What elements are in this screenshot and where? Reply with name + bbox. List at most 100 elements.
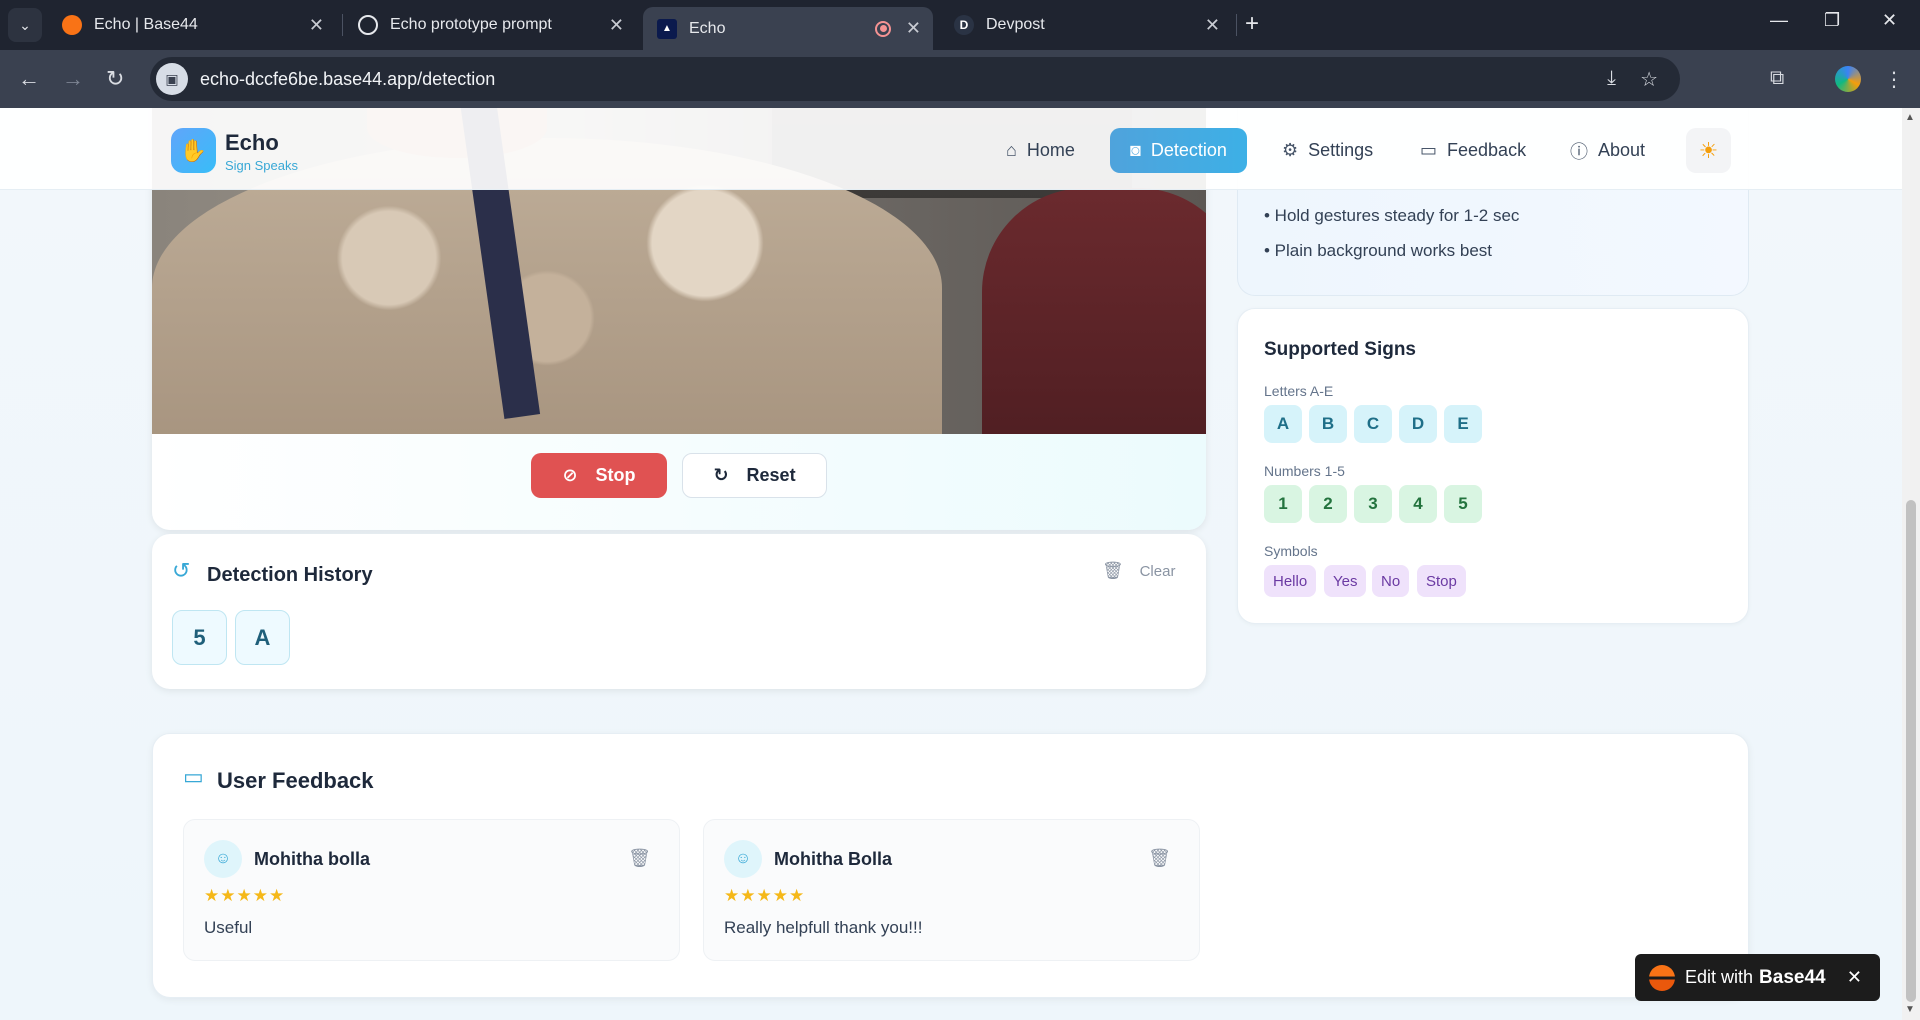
reset-label: Reset xyxy=(746,465,796,485)
edit-with-base44-button[interactable]: Edit with Base44 ✕ xyxy=(1635,954,1880,1001)
sign-chip-number: 4 xyxy=(1399,485,1437,523)
history-icon: ↺ xyxy=(172,558,191,583)
message-icon: ▭ xyxy=(1420,140,1438,160)
close-icon[interactable]: ✕ xyxy=(906,18,921,39)
sign-chip-number: 5 xyxy=(1444,485,1482,523)
browser-menu-icon[interactable]: ⋮ xyxy=(1884,67,1904,92)
tab-echo-base44[interactable]: Echo | Base44 ✕ xyxy=(48,7,336,43)
minimize-icon[interactable]: — xyxy=(1770,10,1788,31)
nav-detection[interactable]: ◙ Detection xyxy=(1110,128,1247,173)
tab-separator xyxy=(342,14,343,36)
sign-chip-letter: D xyxy=(1399,405,1437,443)
nav-label: Home xyxy=(1026,140,1075,160)
signs-title: Supported Signs xyxy=(1264,339,1416,360)
tab-search-button[interactable]: ⌄ xyxy=(8,8,42,42)
scroll-up-icon[interactable]: ▲ xyxy=(1905,112,1915,123)
reset-button[interactable]: ↻ Reset xyxy=(682,453,827,498)
site-info-icon[interactable]: ▣ xyxy=(156,63,188,95)
nav-label: Detection xyxy=(1150,140,1227,160)
history-title: Detection History xyxy=(207,564,373,586)
nav-label: Feedback xyxy=(1447,140,1527,160)
window-close-icon[interactable]: ✕ xyxy=(1882,10,1897,31)
forward-icon[interactable]: → xyxy=(62,66,84,92)
echo-icon: ▲ xyxy=(657,18,677,39)
letters-label: Letters A-E xyxy=(1264,383,1334,399)
tab-title: Devpost xyxy=(986,16,1045,33)
devpost-icon: D xyxy=(954,15,974,35)
scrollbar-thumb[interactable] xyxy=(1906,500,1916,1002)
tab-separator xyxy=(1236,14,1237,36)
tip-item: • Hold gestures steady for 1-2 sec xyxy=(1264,206,1520,225)
stop-label: Stop xyxy=(595,465,636,485)
url-text: echo-dccfe6be.base44.app/detection xyxy=(200,68,496,89)
install-app-icon[interactable]: ⤓ xyxy=(1607,67,1616,90)
browser-tab-bar: ⌄ Echo | Base44 ✕ Echo prototype prompt … xyxy=(0,0,1920,50)
brand-name[interactable]: Echo xyxy=(225,130,279,156)
extensions-icon[interactable]: ⧉ xyxy=(1770,67,1784,90)
base44-icon xyxy=(62,15,82,35)
user-feedback-card: ▭ User Feedback ☺ Mohitha bolla 🗑 ★★★★★ … xyxy=(152,733,1749,998)
nav-home[interactable]: ⌂ Home xyxy=(1006,128,1075,173)
recording-icon xyxy=(875,20,891,37)
nav-feedback[interactable]: ▭ Feedback xyxy=(1420,128,1526,173)
history-chip: 5 xyxy=(172,610,227,665)
tab-title: Echo xyxy=(689,19,726,37)
close-icon[interactable]: ✕ xyxy=(1847,967,1862,988)
trash-icon[interactable]: 🗑 xyxy=(1148,848,1171,869)
reload-icon[interactable]: ↻ xyxy=(106,66,124,92)
scroll-down-icon[interactable]: ▼ xyxy=(1905,1004,1915,1015)
tab-title: Echo prototype prompt xyxy=(390,16,552,33)
feedback-item: ☺ Mohitha bolla 🗑 ★★★★★ Useful xyxy=(183,819,680,961)
theme-toggle-button[interactable]: ☀ xyxy=(1686,128,1731,173)
back-icon[interactable]: ← xyxy=(18,66,40,92)
tab-devpost[interactable]: D Devpost ✕ xyxy=(940,7,1232,43)
sign-chip-symbol: No xyxy=(1372,565,1410,597)
nav-label: Settings xyxy=(1308,140,1374,160)
restore-icon[interactable]: ❐ xyxy=(1824,10,1840,31)
home-icon: ⌂ xyxy=(1006,140,1017,160)
stop-button[interactable]: ⊘ Stop xyxy=(531,453,667,498)
history-chip: A xyxy=(235,610,290,665)
feedback-title: User Feedback xyxy=(217,768,374,793)
chatgpt-icon xyxy=(358,15,378,35)
clear-history-button[interactable]: 🗑 Clear xyxy=(1102,561,1175,581)
close-icon[interactable]: ✕ xyxy=(609,15,624,36)
feedback-author: Mohitha Bolla xyxy=(774,849,892,869)
browser-toolbar: ← → ↻ ▣ echo-dccfe6be.base44.app/detecti… xyxy=(0,50,1920,108)
new-tab-button[interactable]: + xyxy=(1245,10,1259,38)
tab-echo[interactable]: ▲ Echo ✕ xyxy=(643,7,933,50)
close-icon[interactable]: ✕ xyxy=(309,15,324,36)
page-scrollbar[interactable]: ▲ ▼ xyxy=(1902,108,1920,1020)
nav-settings[interactable]: ⚙ Settings xyxy=(1282,128,1373,173)
app-header: ✋ Echo Sign Speaks ⌂ Home ◙ Detection ⚙ … xyxy=(0,108,1902,190)
close-icon[interactable]: ✕ xyxy=(1205,15,1220,36)
message-icon: ▭ xyxy=(183,764,204,789)
sign-chip-letter: A xyxy=(1264,405,1302,443)
refresh-icon: ↻ xyxy=(713,465,729,485)
profile-avatar[interactable] xyxy=(1835,66,1861,92)
trash-icon[interactable]: 🗑 xyxy=(628,848,651,869)
page-viewport: ✋ Echo Sign Speaks ⌂ Home ◙ Detection ⚙ … xyxy=(0,108,1902,1020)
chevron-down-icon: ⌄ xyxy=(19,16,31,33)
sign-chip-number: 3 xyxy=(1354,485,1392,523)
tab-echo-prototype-prompt[interactable]: Echo prototype prompt ✕ xyxy=(344,7,636,43)
user-icon: ☺ xyxy=(204,840,242,878)
badge-prefix: Edit with xyxy=(1685,967,1754,987)
hand-icon[interactable]: ✋ xyxy=(171,128,216,173)
base44-logo-icon xyxy=(1649,964,1675,991)
sign-chip-number: 2 xyxy=(1309,485,1347,523)
brand-tagline: Sign Speaks xyxy=(225,158,298,173)
tab-title: Echo | Base44 xyxy=(94,16,198,33)
nav-label: About xyxy=(1598,140,1646,160)
symbols-label: Symbols xyxy=(1264,543,1318,559)
info-icon: ⓘ xyxy=(1570,141,1588,162)
nav-about[interactable]: ⓘ About xyxy=(1570,128,1645,173)
sign-chip-number: 1 xyxy=(1264,485,1302,523)
feedback-text: Useful xyxy=(204,918,253,937)
address-bar[interactable]: ▣ echo-dccfe6be.base44.app/detection ⤓ ☆ xyxy=(150,57,1680,101)
sign-chip-symbol: Hello xyxy=(1264,565,1317,597)
star-rating: ★★★★★ xyxy=(724,886,806,905)
sign-chip-symbol: Yes xyxy=(1324,565,1367,597)
numbers-label: Numbers 1-5 xyxy=(1264,463,1345,479)
bookmark-star-icon[interactable]: ☆ xyxy=(1640,67,1658,92)
